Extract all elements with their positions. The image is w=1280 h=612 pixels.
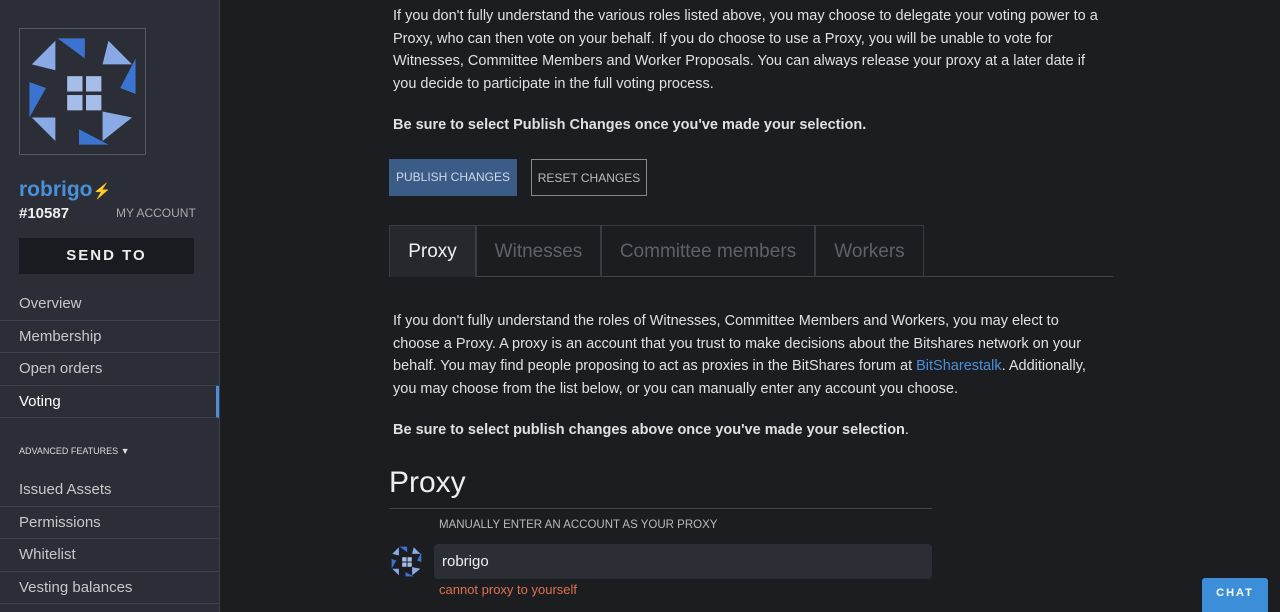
sidebar-item-membership[interactable]: Membership bbox=[0, 321, 219, 353]
sidebar-item-overview[interactable]: Overview bbox=[0, 288, 219, 321]
reset-changes-button[interactable]: RESET CHANGES bbox=[531, 159, 647, 196]
sidebar-item-open-orders[interactable]: Open orders bbox=[0, 353, 219, 386]
sidebar-item-voting[interactable]: Voting bbox=[0, 385, 219, 418]
proxy-description: If you don't fully understand the roles … bbox=[393, 313, 1086, 397]
proxy-heading: Proxy bbox=[389, 466, 932, 509]
send-to-button[interactable]: SEND TO bbox=[19, 238, 194, 274]
tab-workers[interactable]: Workers bbox=[815, 225, 924, 277]
tab-witnesses[interactable]: Witnesses bbox=[476, 225, 601, 277]
advanced-features-toggle[interactable]: ADVANCED FEATURES ▼ bbox=[19, 446, 130, 456]
publish-notice-2: Be sure to select publish changes above … bbox=[393, 422, 909, 438]
proxy-input-label: MANUALLY ENTER AN ACCOUNT AS YOUR PROXY bbox=[439, 519, 718, 531]
chat-button[interactable]: CHAT bbox=[1202, 578, 1268, 612]
lightning-icon: ⚡ bbox=[92, 183, 112, 200]
proxy-avatar bbox=[389, 544, 424, 579]
publish-changes-button[interactable]: PUBLISH CHANGES bbox=[389, 159, 517, 196]
my-account-link[interactable]: MY ACCOUNT bbox=[116, 206, 196, 220]
voting-tabs: Proxy Witnesses Committee members Worker… bbox=[389, 225, 1113, 277]
publish-notice: Be sure to select Publish Changes once y… bbox=[393, 117, 867, 133]
proxy-error: cannot proxy to yourself bbox=[439, 582, 578, 597]
sidebar-item-permissions[interactable]: Permissions bbox=[0, 507, 219, 539]
proxy-intro: If you don't fully understand the variou… bbox=[393, 8, 1098, 92]
tab-proxy[interactable]: Proxy bbox=[389, 225, 476, 277]
account-id: #10587 bbox=[19, 205, 70, 222]
bitsharestalk-link[interactable]: BitSharestalk bbox=[916, 358, 1001, 374]
account-name[interactable]: robrigo⚡ bbox=[19, 178, 111, 202]
sidebar: robrigo⚡ #10587 MY ACCOUNT SEND TO Overv… bbox=[0, 0, 220, 612]
tab-committee-members[interactable]: Committee members bbox=[601, 225, 815, 277]
sidebar-item-issued-assets[interactable]: Issued Assets bbox=[0, 474, 219, 507]
account-avatar[interactable] bbox=[19, 28, 146, 155]
sidebar-item-vesting-balances[interactable]: Vesting balances bbox=[0, 572, 219, 604]
sidebar-item-whitelist[interactable]: Whitelist bbox=[0, 539, 219, 572]
proxy-account-input[interactable]: robrigo bbox=[434, 544, 932, 579]
